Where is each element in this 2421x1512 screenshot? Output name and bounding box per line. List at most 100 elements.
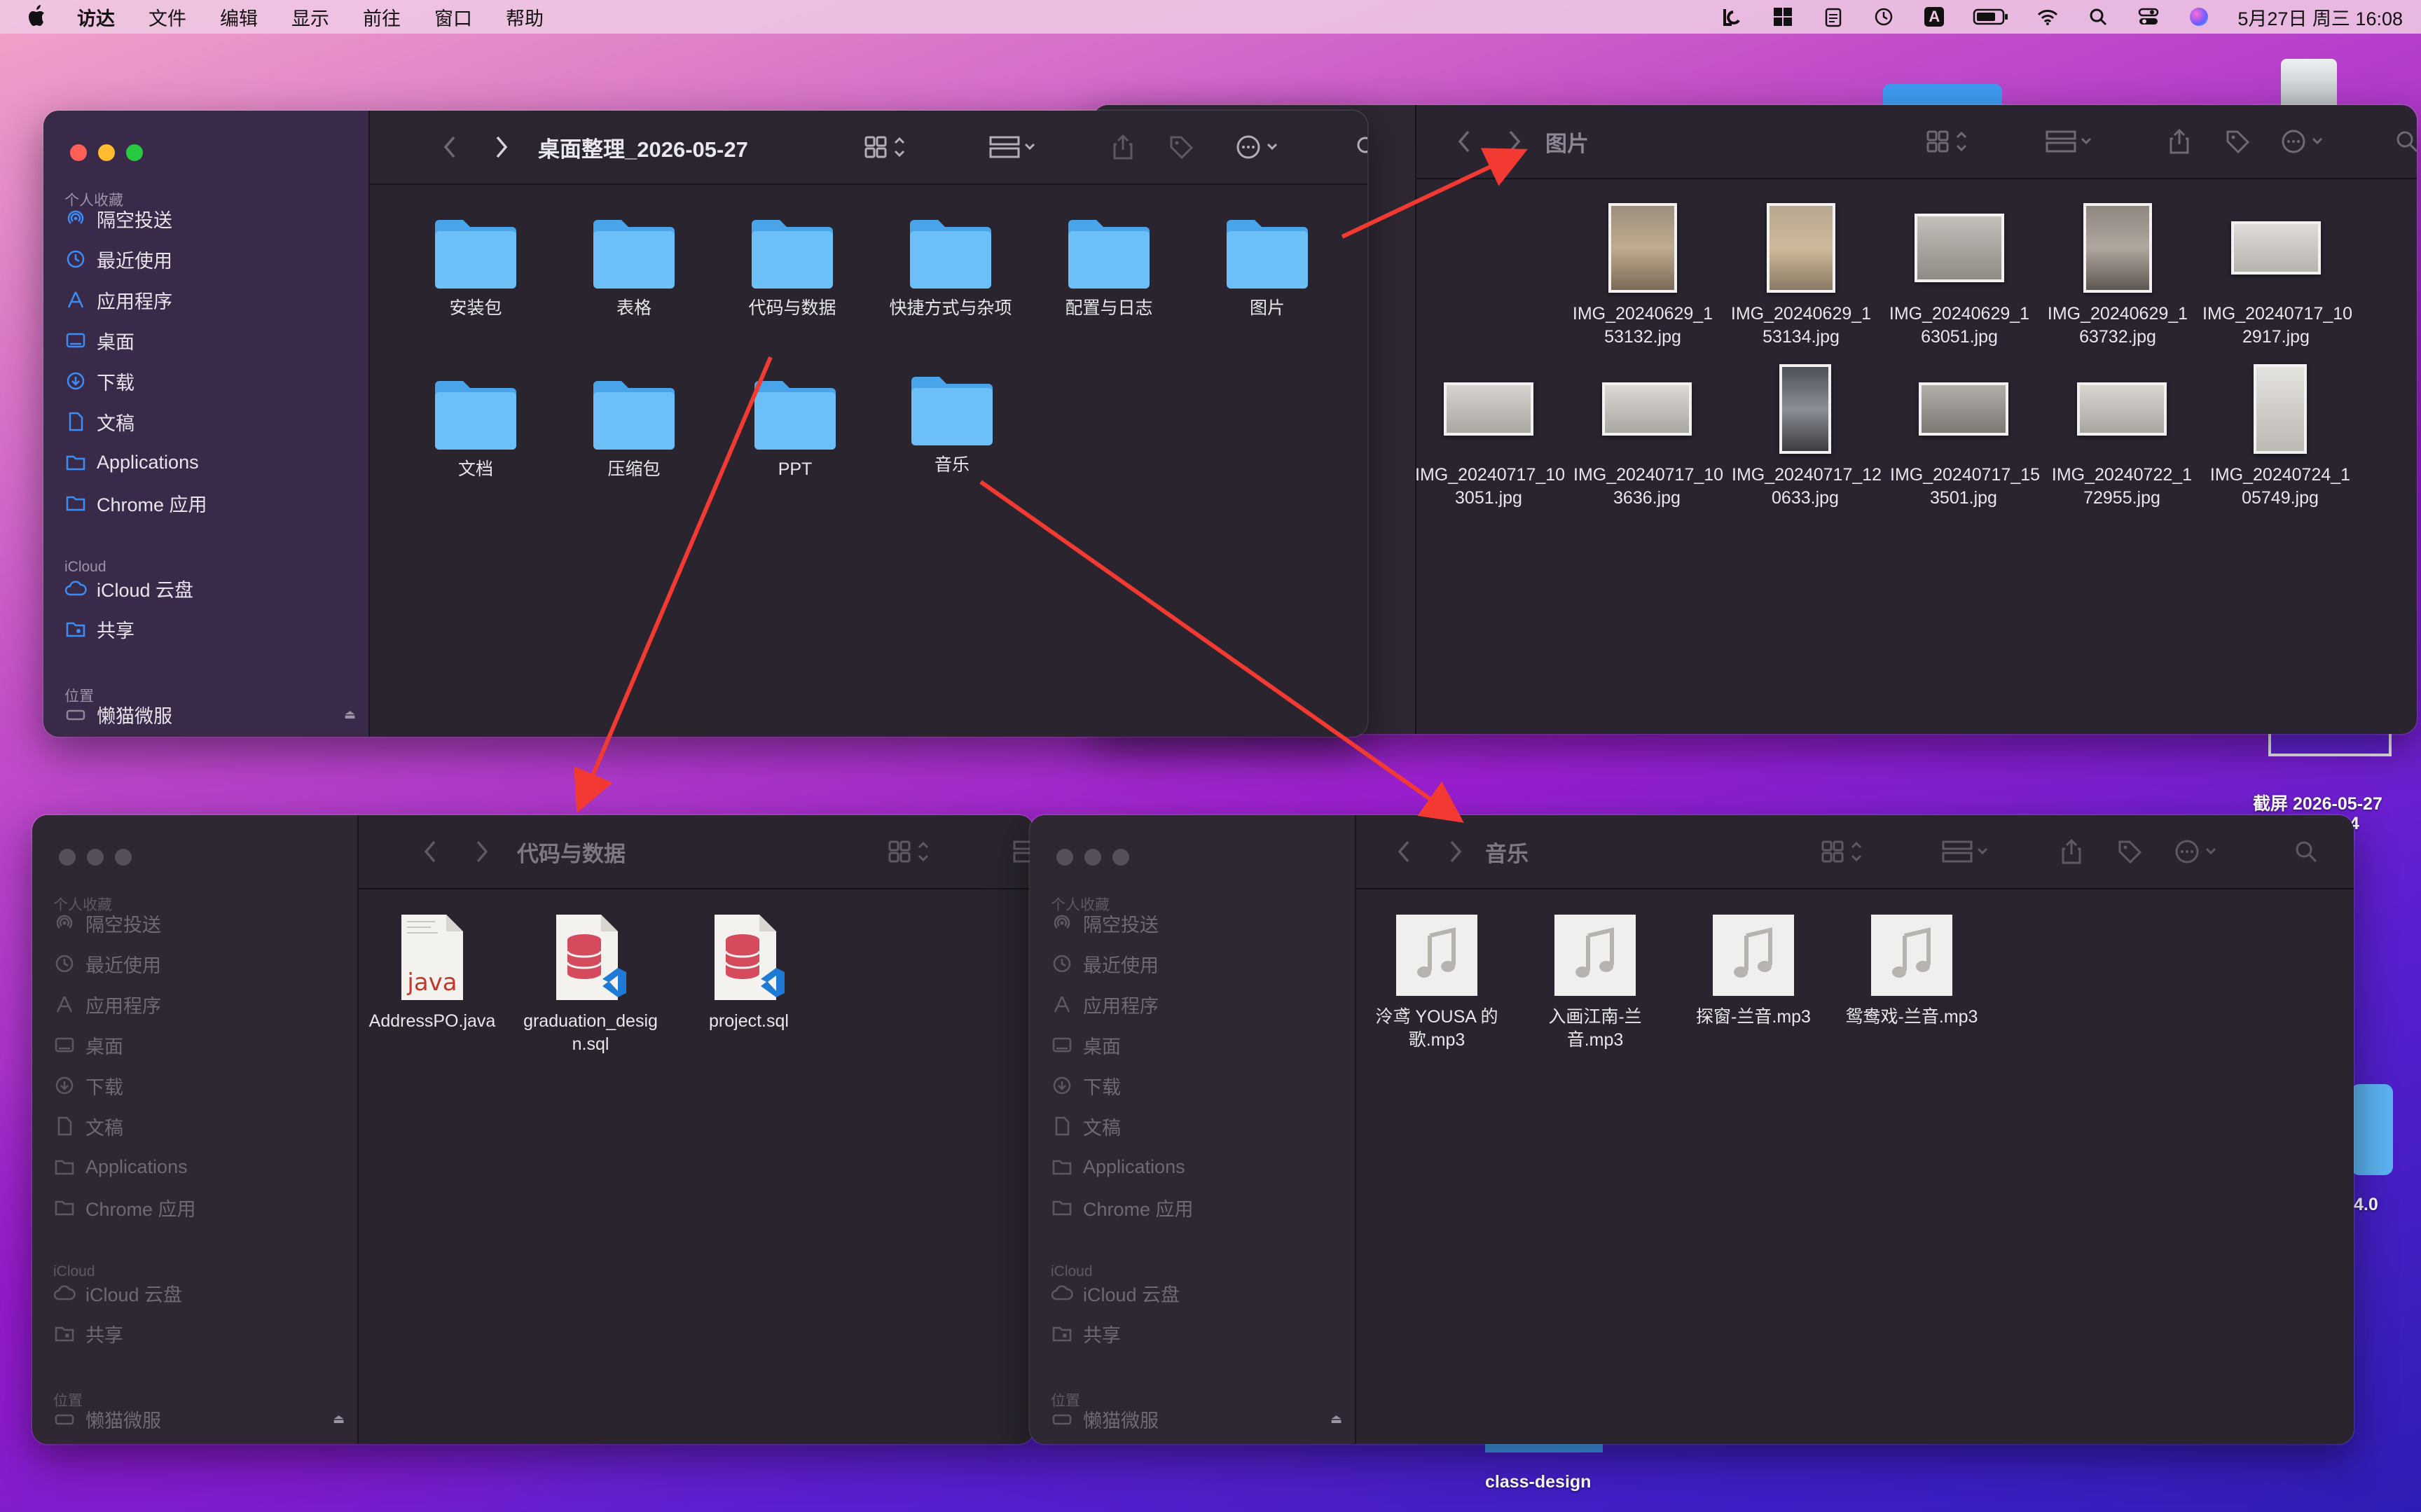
share-icon[interactable]	[1112, 134, 1133, 160]
sidebar-item-airdrop[interactable]: 隔空投送	[53, 909, 161, 937]
folder-item[interactable]: 表格	[560, 217, 708, 320]
sidebar-item-recents[interactable]: 最近使用	[53, 950, 161, 978]
close-button[interactable]	[1056, 849, 1073, 866]
finder-window-code[interactable]: 个人收藏 隔空投送 最近使用 应用程序 桌面 下载 文稿 Application…	[32, 815, 1034, 1444]
file-item[interactable]: IMG_20240717_15 3501.jpg	[1890, 360, 2040, 510]
battery-icon[interactable]	[1973, 5, 2009, 29]
sidebar-item-desktop[interactable]: 桌面	[64, 326, 134, 354]
file-item[interactable]: IMG_20240717_10 3636.jpg	[1573, 360, 1723, 510]
back-button[interactable]	[443, 134, 458, 160]
eject-icon[interactable]: ⏏	[1330, 1412, 1342, 1427]
group-by-icon[interactable]	[1942, 839, 1991, 864]
view-mode-icon[interactable]	[888, 839, 933, 864]
sidebar-item-icloud-drive[interactable]: iCloud 云盘	[64, 574, 193, 602]
back-button[interactable]	[1397, 839, 1412, 864]
sidebar-item-shared[interactable]: 共享	[1051, 1319, 1121, 1347]
share-icon[interactable]	[2061, 839, 2082, 864]
back-button[interactable]	[1457, 129, 1472, 154]
folder-item[interactable]: 图片	[1194, 217, 1341, 320]
search-icon[interactable]	[2396, 129, 2417, 154]
sidebar-item-desktop[interactable]: 桌面	[53, 1031, 123, 1059]
sidebar-item-icloud-drive[interactable]: iCloud 云盘	[1051, 1279, 1180, 1307]
sidebar-item-chrome-apps[interactable]: Chrome 应用	[1051, 1193, 1194, 1221]
time-machine-icon[interactable]	[1872, 5, 1896, 29]
file-item[interactable]: IMG_20240722_1 72955.jpg	[2048, 360, 2195, 510]
view-mode-icon[interactable]	[1821, 839, 1866, 864]
sidebar-item-recents[interactable]: 最近使用	[1051, 950, 1159, 978]
desktop-folder-right[interactable]	[2351, 1084, 2393, 1175]
sidebar-item-recents[interactable]: 最近使用	[64, 245, 172, 273]
more-actions-icon[interactable]	[1236, 134, 1282, 160]
search-icon[interactable]	[2295, 839, 2317, 864]
close-button[interactable]	[59, 849, 76, 866]
folder-item[interactable]: 代码与数据	[719, 217, 866, 320]
group-by-icon[interactable]	[989, 134, 1038, 160]
zoom-button[interactable]	[126, 144, 143, 161]
input-method-icon[interactable]: A	[1922, 5, 1946, 29]
sidebar-item-chrome-apps[interactable]: Chrome 应用	[64, 489, 207, 517]
file-item[interactable]: IMG_20240629_1 63051.jpg	[1886, 199, 2033, 349]
file-item[interactable]: java AddressPO.java	[359, 912, 506, 1033]
sidebar-item-airdrop[interactable]: 隔空投送	[64, 204, 172, 233]
folder-item[interactable]: 文档	[402, 378, 549, 481]
file-item[interactable]: 鸳鸯戏-兰音.mp3	[1838, 912, 1985, 1029]
sidebar-item-shared[interactable]: 共享	[64, 615, 134, 643]
search-icon[interactable]	[2086, 5, 2110, 29]
sidebar-item-disk[interactable]: 懒猫微服 ⏏	[64, 700, 366, 728]
file-item[interactable]: IMG_20240629_1 63732.jpg	[2044, 199, 2191, 349]
desktop-screenshot-label[interactable]: 截屏 2026-05-27	[2253, 790, 2382, 815]
sidebar-item-chrome-apps[interactable]: Chrome 应用	[53, 1193, 196, 1221]
view-mode-icon[interactable]	[864, 134, 909, 160]
file-item[interactable]: 探窗-兰音.mp3	[1680, 912, 1827, 1029]
siri-icon[interactable]	[2187, 5, 2211, 29]
sidebar-item-applications-folder[interactable]: Applications	[1051, 1153, 1185, 1181]
clipboard-icon[interactable]	[1821, 5, 1845, 29]
file-item[interactable]: IMG_20240717_10 2917.jpg	[2202, 199, 2352, 349]
sidebar-item-icloud-drive[interactable]: iCloud 云盘	[53, 1279, 182, 1307]
back-button[interactable]	[423, 839, 439, 864]
finder-window-main[interactable]: 个人收藏 隔空投送 最近使用 应用程序 桌面 下载 文稿 Application…	[43, 111, 1367, 737]
tag-icon[interactable]	[2225, 129, 2250, 154]
zoom-button[interactable]	[115, 849, 132, 866]
menu-app-name[interactable]: 访达	[77, 4, 115, 31]
sidebar-item-documents[interactable]: 文稿	[1051, 1112, 1121, 1140]
folder-item[interactable]: 快捷方式与杂项	[877, 217, 1024, 320]
file-item[interactable]: IMG_20240717_10 3051.jpg	[1415, 360, 1565, 510]
sidebar-item-desktop[interactable]: 桌面	[1051, 1031, 1121, 1059]
sidebar-item-applications-folder[interactable]: Applications	[64, 448, 199, 476]
minimize-button[interactable]	[1084, 849, 1101, 866]
menubar-clock[interactable]: 5月27日 周三 16:08	[2237, 4, 2403, 31]
group-by-icon[interactable]	[2046, 129, 2095, 154]
wifi-icon[interactable]	[2036, 5, 2060, 29]
desktop-drive-icon[interactable]	[2281, 59, 2337, 112]
control-center-icon[interactable]	[2137, 5, 2160, 29]
file-item[interactable]: 泠鸢 YOUSA 的歌.mp3	[1363, 912, 1510, 1052]
tag-icon[interactable]	[2117, 839, 2142, 864]
folder-item[interactable]: 压缩包	[560, 378, 708, 481]
eject-icon[interactable]: ⏏	[344, 707, 356, 722]
search-icon[interactable]	[1356, 134, 1367, 160]
sidebar-item-downloads[interactable]: 下载	[1051, 1071, 1121, 1100]
more-actions-icon[interactable]	[2281, 129, 2327, 154]
folder-item[interactable]: 配置与日志	[1035, 217, 1182, 320]
finder-window-music[interactable]: 个人收藏 隔空投送 最近使用 应用程序 桌面 下载 文稿 Application…	[1030, 815, 2354, 1444]
minimize-button[interactable]	[98, 144, 115, 161]
menu-file[interactable]: 文件	[149, 4, 186, 31]
sidebar-item-shared[interactable]: 共享	[53, 1319, 123, 1347]
menu-help[interactable]: 帮助	[506, 4, 544, 31]
file-item[interactable]: IMG_20240629_1 53134.jpg	[1727, 199, 1875, 349]
sidebar-item-applications[interactable]: 应用程序	[1051, 990, 1159, 1018]
sidebar-item-downloads[interactable]: 下载	[64, 367, 134, 395]
sidebar-item-documents[interactable]: 文稿	[64, 408, 134, 436]
grid-icon[interactable]	[1771, 5, 1795, 29]
forward-button[interactable]	[1506, 129, 1522, 154]
folder-item[interactable]: 安装包	[402, 217, 549, 320]
sidebar-item-applications[interactable]: 应用程序	[53, 990, 161, 1018]
sidebar-item-airdrop[interactable]: 隔空投送	[1051, 909, 1159, 937]
desktop-version-label[interactable]: 4.0	[2354, 1195, 2378, 1215]
lc-icon[interactable]	[1720, 5, 1744, 29]
folder-item[interactable]: 音乐	[878, 374, 1026, 477]
sidebar-item-disk[interactable]: 懒猫微服 ⏏	[53, 1405, 354, 1433]
apple-icon[interactable]	[27, 3, 48, 29]
forward-button[interactable]	[1447, 839, 1463, 864]
